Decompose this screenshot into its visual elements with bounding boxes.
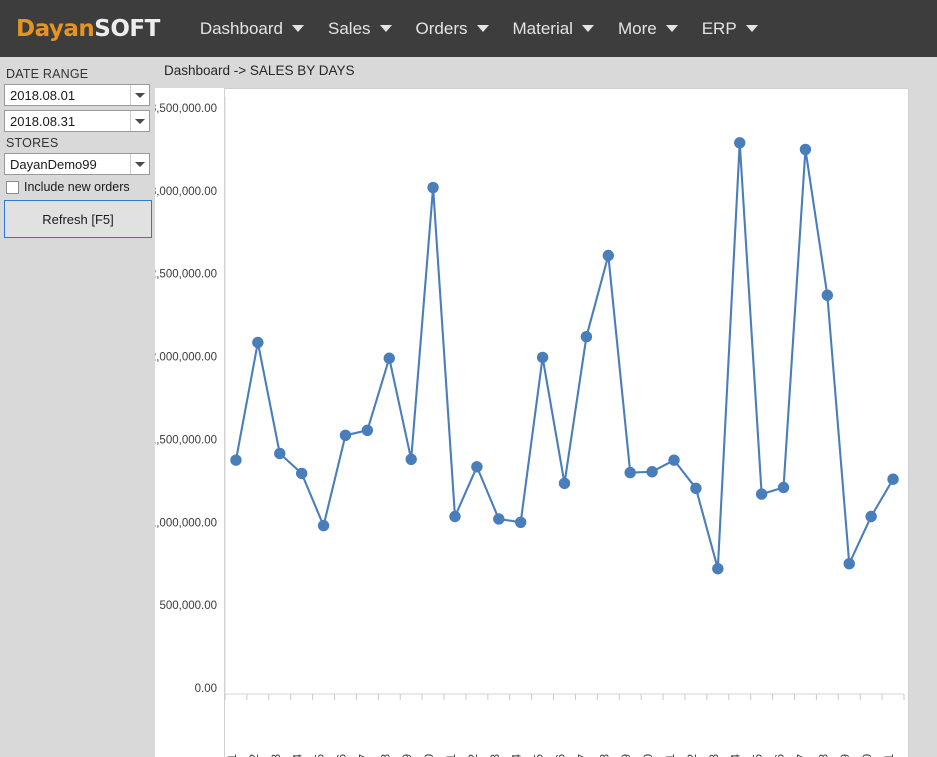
x-axis-tick-label: 2018.08.04 — [293, 753, 305, 757]
nav-item-erp[interactable]: ERP — [690, 0, 770, 57]
date-to-value: 2018.08.31 — [10, 113, 76, 129]
content-area: Dashboard -> SALES BY DAYS 0.00 500,000.0… — [155, 57, 937, 757]
data-point-marker[interactable] — [668, 454, 680, 466]
data-point-marker[interactable] — [383, 352, 395, 364]
data-point-marker[interactable] — [493, 513, 505, 525]
sales-by-days-line-chart: 0.00 500,000.00 1,000,000.00 1,500,000.00 2,… — [155, 97, 905, 757]
x-axis-tick-label: 2018.08.24 — [731, 753, 743, 757]
date-from-value: 2018.08.01 — [10, 87, 76, 103]
data-point-marker[interactable] — [405, 453, 417, 466]
y-axis-tick-label: 2,000,000.00 — [155, 352, 217, 364]
date-range-label: DATE RANGE — [6, 67, 89, 81]
data-point-marker[interactable] — [887, 473, 899, 485]
data-point-marker[interactable] — [558, 477, 571, 490]
chevron-down-icon — [745, 25, 758, 32]
data-point-marker[interactable] — [865, 510, 877, 523]
nav-item-orders[interactable]: Orders — [404, 0, 501, 57]
chevron-down-icon — [292, 25, 304, 32]
refresh-button[interactable]: Refresh [F5] — [4, 200, 152, 238]
include-new-orders-row[interactable]: Include new orders — [6, 180, 150, 194]
date-from-select[interactable]: 2018.08.01 — [4, 84, 150, 106]
data-point-marker[interactable] — [339, 429, 352, 441]
data-point-marker[interactable] — [252, 336, 264, 349]
data-point-marker[interactable] — [295, 467, 308, 480]
data-point-marker[interactable] — [602, 249, 615, 262]
nav-item-label: Dashboard — [199, 18, 283, 38]
y-axis-tick-label: 3,500,000.00 — [155, 103, 217, 115]
y-axis-tick-label: 0.00 — [195, 683, 217, 695]
nav-item-more[interactable]: More — [606, 0, 690, 57]
data-point-marker[interactable] — [712, 562, 724, 575]
data-point-marker[interactable] — [361, 424, 374, 437]
filters-sidebar: DATE RANGE 2018.08.01 2018.08.31 STORES … — [0, 57, 155, 757]
include-new-orders-checkbox[interactable] — [6, 180, 19, 194]
data-point-marker[interactable] — [514, 516, 527, 528]
data-point-marker[interactable] — [580, 330, 593, 343]
chevron-down-icon — [581, 25, 594, 32]
data-point-marker[interactable] — [799, 143, 812, 156]
chevron-down-icon — [665, 25, 678, 32]
app-logo[interactable]: DayanSOFT — [16, 16, 160, 42]
chevron-down-icon[interactable] — [130, 154, 149, 174]
y-axis-tick-label: 2,500,000.00 — [155, 269, 217, 281]
y-axis-tick-label: 500,000.00 — [159, 600, 217, 612]
data-point-marker[interactable] — [624, 466, 636, 479]
data-point-marker[interactable] — [646, 466, 658, 478]
chevron-down-icon — [476, 25, 489, 32]
chevron-down-icon[interactable] — [130, 111, 149, 131]
nav-item-label: More — [617, 18, 657, 38]
logo-text-secondary: SOFT — [94, 15, 160, 42]
nav-item-sales[interactable]: Sales — [316, 0, 404, 57]
stores-label: STORES — [6, 136, 59, 150]
data-point-marker[interactable] — [230, 454, 242, 466]
x-axis-tick-label: 2018.08.14 — [512, 753, 524, 757]
logo-text-primary: Dayan — [16, 15, 95, 42]
data-point-marker[interactable] — [843, 558, 855, 570]
y-axis-tick-label: 1,000,000.00 — [155, 517, 217, 529]
data-point-marker[interactable] — [274, 447, 286, 460]
nav-item-label: Material — [512, 18, 573, 38]
top-navigation-bar: DayanSOFT Dashboard Sales Orders Materia… — [0, 0, 937, 57]
chevron-down-icon[interactable] — [130, 85, 149, 105]
application-window: DayanSOFT Dashboard Sales Orders Materia… — [0, 0, 937, 757]
chevron-down-icon — [379, 25, 392, 32]
data-point-marker[interactable] — [755, 488, 768, 500]
nav-item-material[interactable]: Material — [501, 0, 606, 57]
store-select[interactable]: DayanDemo99 — [4, 153, 150, 175]
nav-item-label: Orders — [415, 18, 468, 38]
y-axis-tick-label: 3,000,000.00 — [155, 186, 217, 198]
nav-item-label: ERP — [701, 18, 737, 38]
data-point-marker[interactable] — [821, 289, 834, 301]
refresh-button-label: Refresh [F5] — [42, 211, 114, 227]
data-point-marker[interactable] — [777, 481, 790, 494]
y-axis-tick-label: 1,500,000.00 — [155, 434, 217, 446]
data-point-marker[interactable] — [690, 482, 702, 495]
nav-item-label: Sales — [328, 18, 371, 38]
include-new-orders-label: Include new orders — [24, 180, 130, 194]
data-point-marker[interactable] — [427, 181, 439, 194]
data-point-marker[interactable] — [536, 351, 549, 364]
store-value: DayanDemo99 — [10, 156, 97, 172]
data-point-marker[interactable] — [449, 510, 461, 523]
nav-item-dashboard[interactable]: Dashboard — [188, 0, 316, 57]
series-line — [234, 141, 895, 570]
data-point-marker[interactable] — [317, 519, 330, 532]
data-point-marker[interactable] — [471, 461, 483, 473]
date-to-select[interactable]: 2018.08.31 — [4, 110, 150, 132]
data-point-marker[interactable] — [734, 137, 746, 149]
